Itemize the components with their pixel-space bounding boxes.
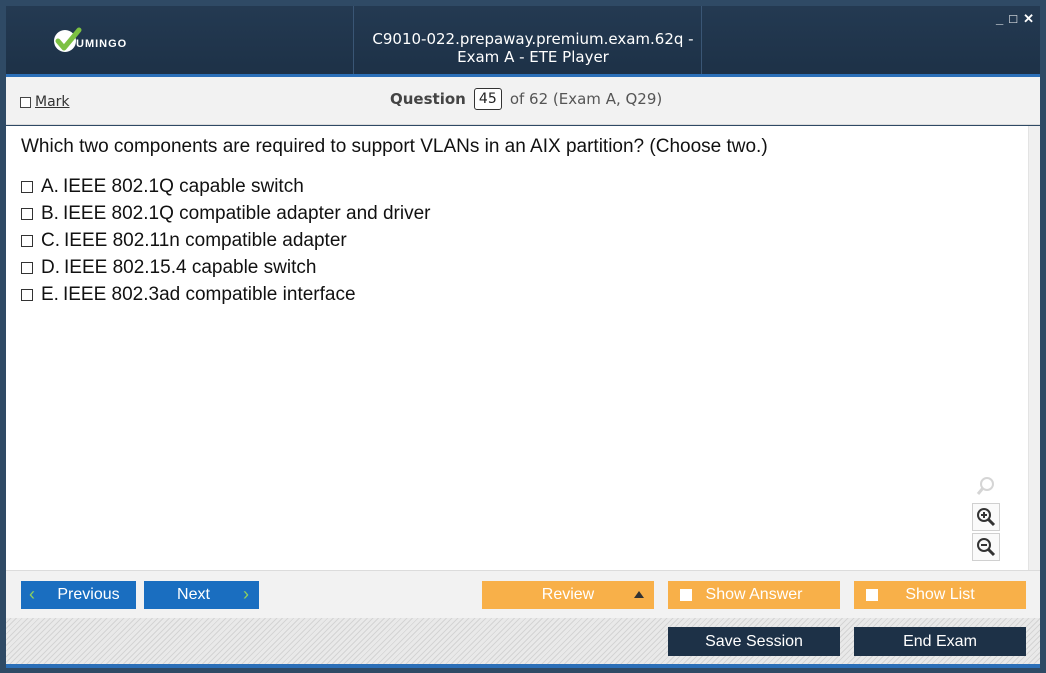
question-of-text: of 62 (Exam A, Q29) [509, 90, 663, 108]
question-text: Which two components are required to sup… [21, 136, 768, 157]
window-title: C9010-022.prepaway.premium.exam.62q - Ex… [372, 30, 694, 66]
option-d[interactable]: D. IEEE 802.15.4 capable switch [21, 254, 431, 281]
end-exam-button[interactable]: End Exam [854, 627, 1026, 656]
title-separator [353, 6, 354, 74]
chevron-left-icon: ‹ [29, 584, 35, 604]
zoom-out-icon[interactable] [972, 533, 1000, 561]
review-button[interactable]: Review [482, 581, 654, 609]
zoom-in-icon[interactable] [972, 503, 1000, 531]
show-list-checkbox[interactable] [866, 589, 878, 601]
previous-button[interactable]: ‹ Previous [21, 581, 136, 609]
answer-options: A. IEEE 802.1Q capable switch B. IEEE 80… [21, 173, 431, 308]
review-label: Review [541, 586, 595, 603]
next-label: Next [177, 586, 210, 603]
chevron-right-icon: › [243, 584, 249, 604]
magnifier-icon[interactable] [972, 472, 1000, 500]
minimize-icon[interactable]: _ [996, 12, 1003, 26]
logo-text: UMINGO [76, 38, 128, 50]
option-checkbox[interactable] [21, 234, 33, 247]
option-a[interactable]: A. IEEE 802.1Q capable switch [21, 173, 431, 200]
mark-checkbox-box[interactable] [20, 96, 31, 108]
app-logo: UMINGO [52, 24, 152, 60]
option-letter: A. [41, 175, 59, 197]
show-answer-label: Show Answer [705, 586, 803, 603]
triangle-up-icon[interactable] [634, 591, 644, 598]
navigation-bar: ‹ Previous Next › Review Show Answer Sho… [6, 570, 1040, 618]
question-content: Which two components are required to sup… [6, 126, 1040, 570]
option-text: IEEE 802.3ad compatible interface [62, 283, 356, 305]
option-letter: D. [41, 256, 60, 278]
option-checkbox[interactable] [21, 261, 33, 274]
previous-label: Previous [57, 586, 120, 603]
option-text: IEEE 802.1Q compatible adapter and drive… [62, 202, 431, 224]
show-list-label: Show List [905, 586, 975, 603]
option-b[interactable]: B. IEEE 802.1Q compatible adapter and dr… [21, 200, 431, 227]
option-letter: B. [41, 202, 59, 224]
option-letter: C. [41, 229, 60, 251]
question-header: Mark Question 45 of 62 (Exam A, Q29) [6, 77, 1040, 125]
option-text: IEEE 802.11n compatible adapter [64, 229, 347, 251]
title-bar: UMINGO C9010-022.prepaway.premium.exam.6… [6, 6, 1040, 74]
save-session-button[interactable]: Save Session [668, 627, 840, 656]
question-label: Question [390, 90, 466, 108]
question-number-input[interactable]: 45 [473, 88, 502, 110]
show-list-button[interactable]: Show List [854, 581, 1026, 609]
footer-bar: Save Session End Exam [6, 618, 1040, 664]
maximize-icon[interactable]: □ [1009, 12, 1017, 26]
next-button[interactable]: Next › [144, 581, 259, 609]
window-controls: _ □ ✕ [996, 12, 1034, 26]
option-c[interactable]: C. IEEE 802.11n compatible adapter [21, 227, 431, 254]
close-icon[interactable]: ✕ [1023, 12, 1034, 26]
option-checkbox[interactable] [21, 207, 33, 220]
option-text: IEEE 802.1Q capable switch [62, 175, 304, 197]
option-letter: E. [41, 283, 59, 305]
mark-checkbox[interactable]: Mark [20, 94, 70, 110]
show-answer-button[interactable]: Show Answer [668, 581, 840, 609]
app-window: UMINGO C9010-022.prepaway.premium.exam.6… [0, 0, 1046, 673]
show-answer-checkbox[interactable] [680, 589, 692, 601]
question-counter: Question 45 of 62 (Exam A, Q29) [390, 88, 662, 110]
option-checkbox[interactable] [21, 180, 33, 193]
footer-accent-bar [6, 664, 1040, 668]
option-e[interactable]: E. IEEE 802.3ad compatible interface [21, 281, 431, 308]
vertical-scrollbar[interactable] [1028, 126, 1040, 570]
mark-label[interactable]: Mark [35, 94, 70, 110]
option-checkbox[interactable] [21, 288, 33, 301]
option-text: IEEE 802.15.4 capable switch [64, 256, 317, 278]
